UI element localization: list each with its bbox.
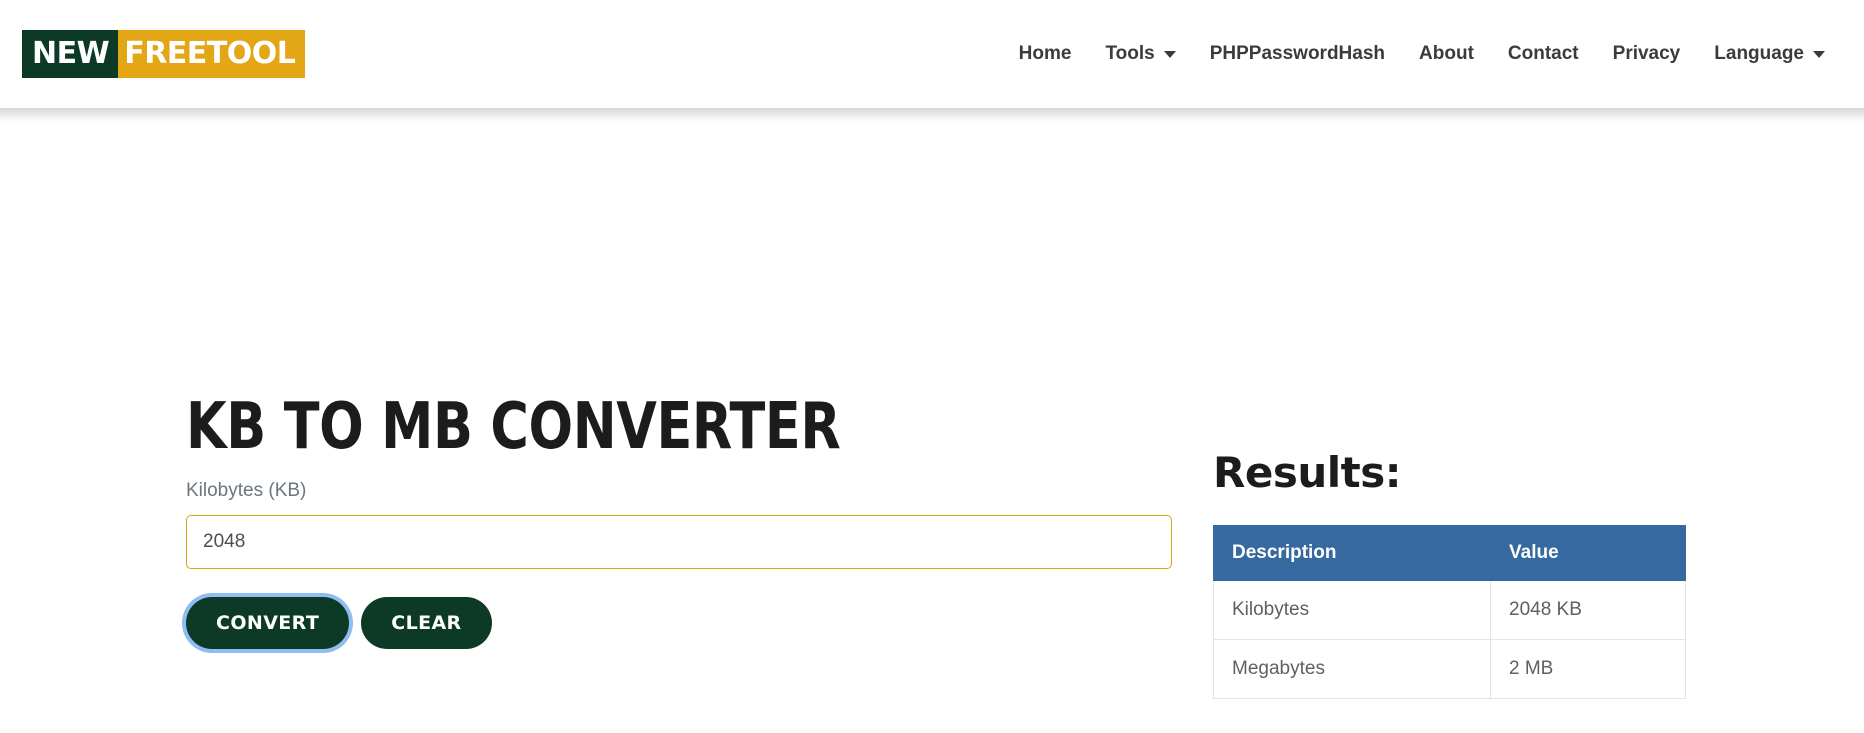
nav-item-label: Language xyxy=(1714,43,1804,64)
cell-description: Kilobytes xyxy=(1213,580,1491,640)
nav-item-tools[interactable]: Tools xyxy=(1088,35,1192,73)
page-title: KB TO MB CONVERTER xyxy=(186,389,841,464)
column-header-description: Description xyxy=(1213,525,1491,581)
form-actions: Convert Clear xyxy=(186,597,1172,649)
nav-item-language[interactable]: Language xyxy=(1697,35,1842,73)
chevron-down-icon xyxy=(1813,50,1825,58)
nav-item-privacy[interactable]: Privacy xyxy=(1596,35,1698,73)
nav-item-home[interactable]: Home xyxy=(1002,35,1089,73)
converter-form: Kilobytes (KB) Convert Clear xyxy=(186,480,1172,649)
nav-item-label: Tools xyxy=(1105,43,1155,64)
results-panel: Results: Description Value Kilobytes 204… xyxy=(1213,448,1687,699)
site-logo[interactable]: NEW FREETOOL xyxy=(22,30,306,78)
nav-item-phppasswordhash[interactable]: PHPPasswordHash xyxy=(1193,35,1402,73)
table-header-row: Description Value xyxy=(1213,525,1686,581)
kilobytes-input[interactable] xyxy=(186,515,1172,569)
results-title: Results: xyxy=(1213,448,1402,497)
primary-navigation: Home Tools PHPPasswordHash About Contact… xyxy=(1002,35,1842,73)
kilobytes-field-label: Kilobytes (KB) xyxy=(186,480,307,501)
nav-item-label: Contact xyxy=(1507,43,1579,64)
convert-button[interactable]: Convert xyxy=(186,597,350,649)
nav-item-label: About xyxy=(1419,43,1474,64)
cell-value: 2048 KB xyxy=(1490,580,1686,640)
nav-item-label: PHPPasswordHash xyxy=(1209,43,1386,64)
table-row: Megabytes 2 MB xyxy=(1213,639,1686,699)
nav-item-contact[interactable]: Contact xyxy=(1491,35,1596,73)
table-row: Kilobytes 2048 KB xyxy=(1213,580,1686,640)
logo-text-freetool: FREETOOL xyxy=(118,30,306,78)
nav-item-about[interactable]: About xyxy=(1402,35,1491,73)
nav-item-label: Home xyxy=(1018,43,1072,64)
results-table: Description Value Kilobytes 2048 KB Mega… xyxy=(1213,525,1686,699)
cell-value: 2 MB xyxy=(1490,639,1686,699)
logo-text-new: NEW xyxy=(22,30,119,78)
chevron-down-icon xyxy=(1163,50,1176,58)
top-navbar: NEW FREETOOL Home Tools PHPPasswordHash A… xyxy=(0,0,1864,122)
cell-description: Megabytes xyxy=(1213,639,1491,699)
clear-button[interactable]: Clear xyxy=(361,597,492,649)
column-header-value: Value xyxy=(1490,525,1686,581)
nav-item-label: Privacy xyxy=(1612,43,1681,64)
